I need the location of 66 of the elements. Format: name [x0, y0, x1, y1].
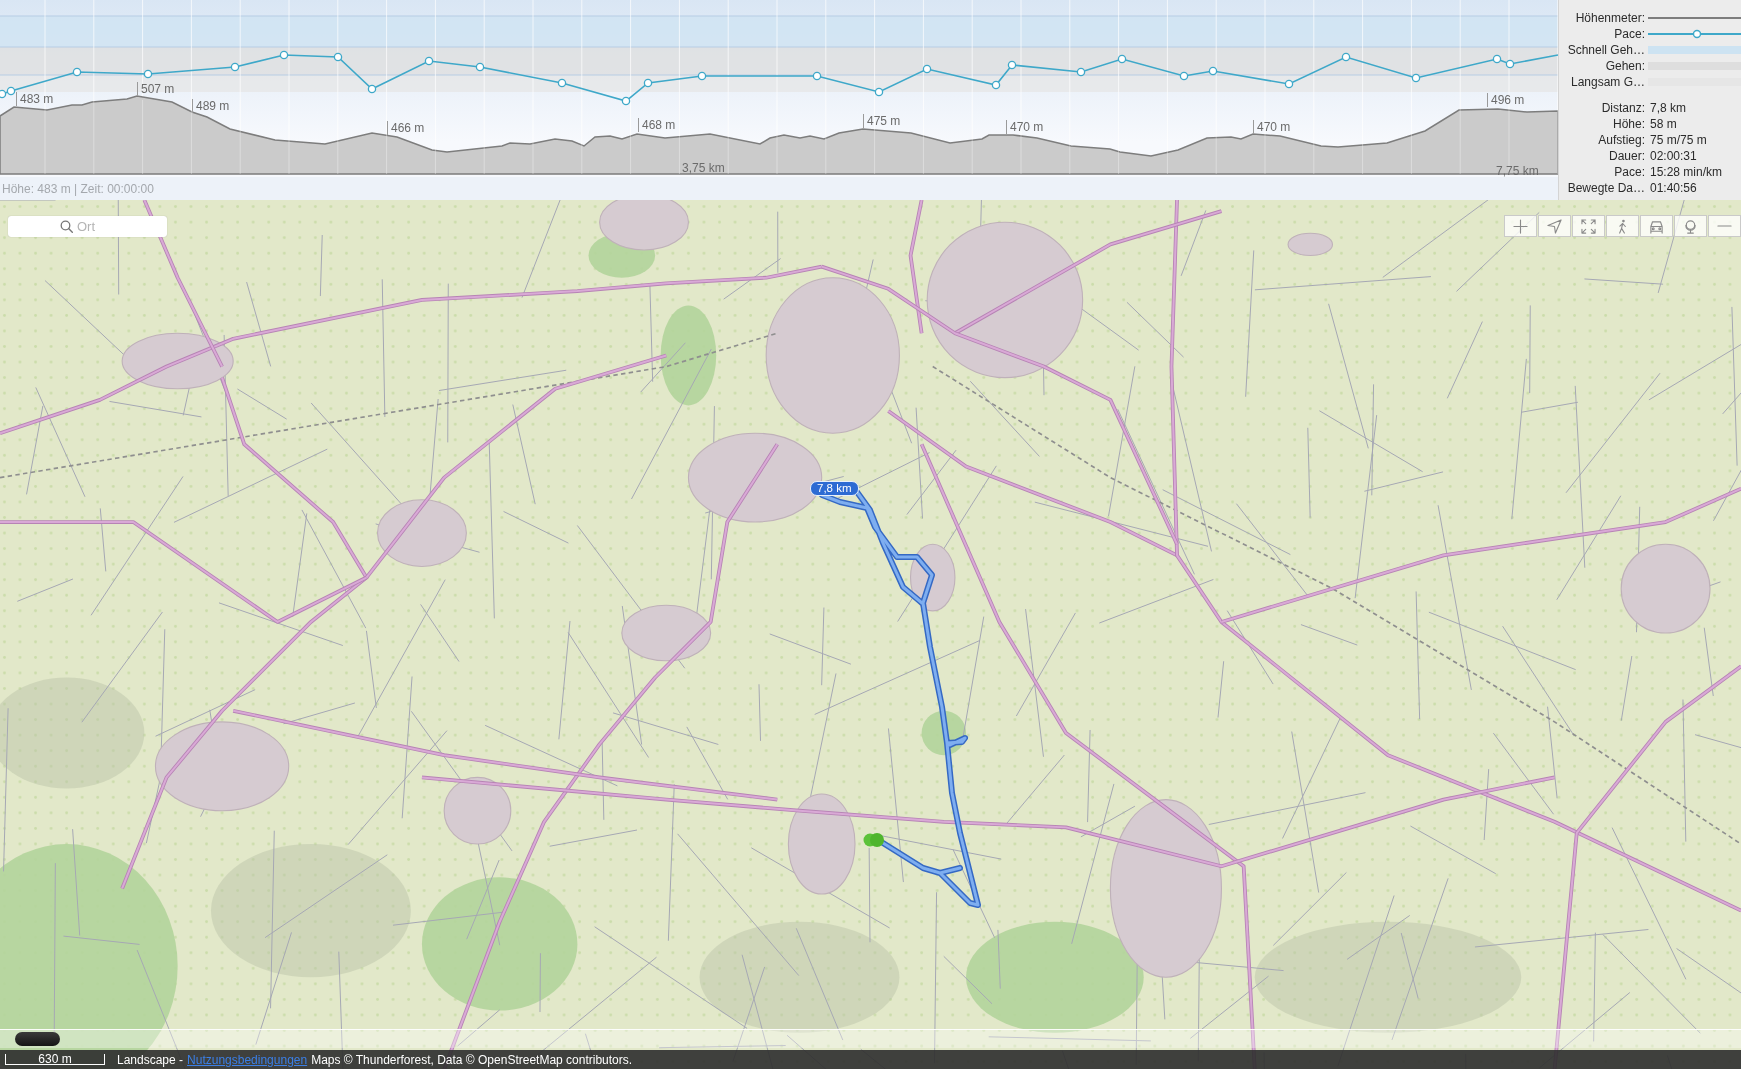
location-arrow-icon	[1547, 218, 1562, 234]
cursor-readout: Höhe: 483 m | Zeit: 00:00:00	[2, 181, 154, 196]
pace-point	[424, 56, 434, 66]
stat-value: 58 m	[1650, 117, 1678, 131]
distance-label: 3,75 km	[682, 161, 725, 175]
minus-icon	[1717, 225, 1732, 227]
terms-link[interactable]: Nutzungsbedingungen	[187, 1052, 308, 1067]
pace-point	[1492, 54, 1502, 64]
pace-point	[812, 71, 822, 81]
locate-button[interactable]	[1538, 215, 1571, 237]
legend-label: Gehen:	[1604, 59, 1645, 73]
pace-point	[643, 78, 653, 88]
zoom-in-button[interactable]	[1504, 215, 1537, 237]
elevation-label: 466 m	[387, 121, 425, 135]
pace-point	[1284, 79, 1294, 89]
elevation-label: 475 m	[863, 114, 901, 128]
pace-point	[6, 86, 16, 96]
stat-label: Dauer:	[1607, 149, 1645, 163]
pace-point	[557, 78, 567, 88]
stat-value: 01:40:56	[1650, 181, 1698, 195]
plus-icon	[1513, 218, 1528, 234]
stat-label: Bewegte Da…	[1566, 181, 1645, 195]
pace-point	[1341, 52, 1351, 62]
search-icon	[60, 220, 73, 233]
attribution-text: Maps © Thunderforest, Data © OpenStreetMap contributors.	[311, 1052, 633, 1067]
stat-label: Distanz:	[1600, 101, 1645, 115]
scrollbar-thumb[interactable]	[15, 1032, 60, 1046]
layer-label: Landscape -	[117, 1052, 184, 1067]
pace-point	[1076, 67, 1086, 77]
car-icon	[1649, 218, 1664, 234]
stat-value: 7,8 km	[1650, 101, 1687, 115]
stat-label: Höhe:	[1611, 117, 1645, 131]
legend-label: Höhenmeter:	[1574, 11, 1645, 25]
pace-point	[367, 84, 377, 94]
legend-label: Pace:	[1613, 27, 1645, 41]
pace-point	[991, 80, 1001, 90]
pace-point	[1179, 71, 1189, 81]
stat-label: Aufstieg:	[1597, 133, 1645, 147]
pace-point	[72, 67, 82, 77]
zoom-out-button[interactable]	[1708, 215, 1741, 237]
legend-label: Langsam G…	[1569, 75, 1645, 89]
driving-mode-button[interactable]	[1640, 215, 1673, 237]
stat-value: 15:28 min/km	[1650, 165, 1724, 179]
globe-button[interactable]	[1674, 215, 1707, 237]
elevation-label: 468 m	[638, 118, 676, 132]
fullscreen-icon	[1581, 218, 1596, 234]
stat-value: 02:00:31	[1650, 149, 1698, 163]
stat-label: Pace:	[1613, 165, 1645, 179]
elevation-label: 470 m	[1006, 120, 1044, 134]
elevation-label: 470 m	[1253, 120, 1291, 134]
pace-point	[697, 71, 707, 81]
distance-badge: 7,8 km	[810, 481, 859, 496]
search-field[interactable]: Ort	[8, 216, 167, 237]
elevation-label: 496 m	[1487, 93, 1525, 107]
stat-value: 75 m/75 m	[1650, 133, 1708, 147]
elevation-label: 489 m	[192, 99, 230, 113]
fullscreen-button[interactable]	[1572, 215, 1605, 237]
elevation-label: 483 m	[16, 92, 54, 106]
distance-label: 7,75 km	[1496, 164, 1539, 178]
elevation-label: 507 m	[137, 82, 175, 96]
legend-label: Schnell Geh…	[1566, 43, 1645, 57]
globe-icon	[1683, 218, 1698, 234]
start-marker-icon	[863, 833, 884, 847]
pace-point	[1007, 60, 1017, 70]
scale-bar: 630 m	[5, 1054, 105, 1065]
walking-mode-button[interactable]	[1606, 215, 1639, 237]
